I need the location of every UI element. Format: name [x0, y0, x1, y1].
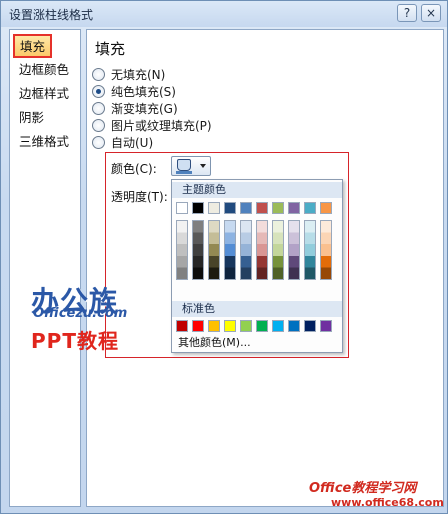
radio-label: 自动(U): [111, 136, 154, 150]
close-button[interactable]: ×: [421, 4, 441, 22]
radio-picture-fill[interactable]: 图片或纹理填充(P): [92, 117, 212, 135]
standard-color-swatch[interactable]: [288, 320, 300, 332]
standard-color-swatch[interactable]: [304, 320, 316, 332]
theme-shade-column[interactable]: [192, 220, 204, 280]
color-picker-button[interactable]: [171, 156, 211, 176]
current-color-bar: [176, 171, 192, 174]
more-colors-item[interactable]: 其他颜色(M)...: [178, 334, 251, 350]
theme-color-swatch[interactable]: [192, 202, 204, 214]
standard-color-swatch[interactable]: [224, 320, 236, 332]
chevron-down-icon: [200, 164, 206, 168]
theme-color-swatch[interactable]: [208, 202, 220, 214]
color-label: 颜色(C):: [111, 162, 157, 176]
theme-color-swatch[interactable]: [256, 202, 268, 214]
radio-gradient-fill[interactable]: 渐变填充(G): [92, 100, 178, 118]
format-dialog: 设置涨柱线格式 ? × 填充 边框颜色 边框样式 阴影 三维格式 填充 无填充(…: [0, 0, 448, 514]
theme-color-swatch[interactable]: [304, 202, 316, 214]
theme-shade-column[interactable]: [288, 220, 300, 280]
theme-color-swatch[interactable]: [224, 202, 236, 214]
window-title: 设置涨柱线格式: [9, 8, 94, 22]
radio-indicator[interactable]: [92, 85, 105, 98]
color-palette-dropdown: 主题颜色 标准色 其他颜色(M)...: [171, 179, 343, 353]
theme-color-swatch[interactable]: [320, 202, 332, 214]
radio-label: 无填充(N): [111, 68, 166, 82]
theme-color-swatch[interactable]: [240, 202, 252, 214]
theme-shade-column[interactable]: [272, 220, 284, 280]
radio-label: 纯色填充(S): [111, 85, 176, 99]
watermark-ppt: PPT教程: [31, 329, 119, 353]
theme-color-swatch[interactable]: [272, 202, 284, 214]
watermark-site-name: Office教程学习网: [309, 481, 417, 496]
category-list: 填充 边框颜色 边框样式 阴影 三维格式: [9, 29, 81, 507]
title-bar: 设置涨柱线格式 ? ×: [1, 1, 447, 27]
transparency-label: 透明度(T):: [111, 190, 168, 204]
radio-indicator[interactable]: [92, 136, 105, 149]
nav-item-fill[interactable]: 填充: [12, 34, 53, 58]
watermark-domain: Officezu.com: [33, 306, 128, 321]
standard-color-swatch[interactable]: [320, 320, 332, 332]
nav-item-shadow[interactable]: 阴影: [14, 107, 49, 129]
radio-indicator[interactable]: [92, 119, 105, 132]
standard-color-swatch[interactable]: [256, 320, 268, 332]
standard-color-swatch[interactable]: [208, 320, 220, 332]
theme-shade-column[interactable]: [256, 220, 268, 280]
help-button[interactable]: ?: [397, 4, 417, 22]
nav-item-3d-format[interactable]: 三维格式: [14, 131, 74, 153]
theme-shade-column[interactable]: [208, 220, 220, 280]
standard-colors-header: 标准色: [172, 301, 342, 317]
nav-item-border-style[interactable]: 边框样式: [14, 83, 74, 105]
paint-bucket-icon: [177, 159, 191, 171]
radio-label: 渐变填充(G): [111, 102, 178, 116]
theme-color-swatch[interactable]: [176, 202, 188, 214]
theme-shade-column[interactable]: [304, 220, 316, 280]
theme-shade-column[interactable]: [320, 220, 332, 280]
fill-heading: 填充: [95, 40, 126, 58]
theme-color-swatch[interactable]: [288, 202, 300, 214]
standard-color-swatch[interactable]: [176, 320, 188, 332]
radio-indicator[interactable]: [92, 102, 105, 115]
standard-color-swatch[interactable]: [192, 320, 204, 332]
theme-colors-header: 主题颜色: [172, 182, 342, 198]
radio-solid-fill[interactable]: 纯色填充(S): [92, 83, 176, 101]
watermark-site-url: www.office68.com: [331, 496, 444, 509]
radio-label: 图片或纹理填充(P): [111, 119, 212, 133]
fill-panel: 填充 无填充(N) 纯色填充(S) 渐变填充(G) 图片或纹理填充(P) 自动(…: [86, 29, 444, 507]
radio-indicator[interactable]: [92, 68, 105, 81]
standard-color-swatch[interactable]: [272, 320, 284, 332]
theme-shade-column[interactable]: [240, 220, 252, 280]
theme-shade-column[interactable]: [224, 220, 236, 280]
standard-color-swatch[interactable]: [240, 320, 252, 332]
theme-shade-column[interactable]: [176, 220, 188, 280]
nav-item-border-color[interactable]: 边框颜色: [14, 59, 74, 81]
radio-automatic[interactable]: 自动(U): [92, 134, 153, 152]
radio-no-fill[interactable]: 无填充(N): [92, 66, 165, 84]
